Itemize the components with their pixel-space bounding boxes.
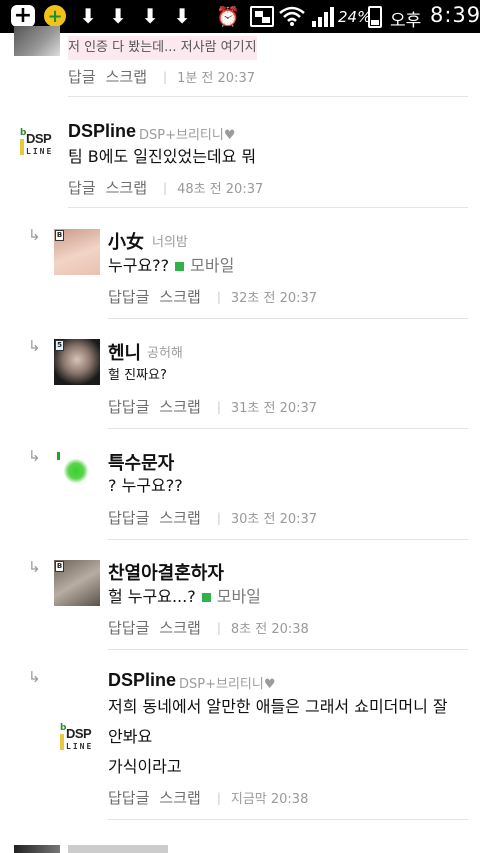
reply-text-line-1: 저희 동네에서 알만한 애들은 그래서 쇼미더머니 잘 bbox=[108, 697, 448, 716]
mobile-icon bbox=[201, 592, 211, 602]
avatar[interactable]: B bbox=[54, 229, 100, 275]
reply-time: 30초 전 20:37 bbox=[230, 512, 318, 527]
reply-text: ? 누구요?? bbox=[108, 476, 183, 495]
clock-ampm: 오후 bbox=[390, 11, 422, 31]
scrap-button[interactable]: 스크랩 bbox=[159, 286, 200, 307]
reply-actions: 답답글 스크랩 | 30초 전 20:37 bbox=[108, 507, 317, 528]
signal-icon bbox=[312, 7, 334, 27]
reply-time: 8초 전 20:38 bbox=[230, 622, 309, 637]
separator: | bbox=[216, 510, 221, 525]
divider bbox=[68, 207, 468, 208]
avatar[interactable] bbox=[14, 26, 60, 56]
comment-time: 1분 전 20:37 bbox=[177, 71, 255, 86]
reply-time: 32초 전 20:37 bbox=[230, 291, 318, 306]
reply-text: 헐 누구요...? 모바일 bbox=[108, 587, 261, 606]
reply-actions: 답답글 스크랩 | 지금막 20:38 bbox=[108, 787, 308, 808]
reply-actions: 답답글 스크랩 | 32초 전 20:37 bbox=[108, 286, 317, 307]
mobile-icon bbox=[175, 261, 185, 271]
reply-actions: 답답글 스크랩 | 8초 전 20:38 bbox=[108, 617, 309, 638]
reply-button[interactable]: 답답글 bbox=[108, 286, 149, 307]
reply-text: 누구요?? 모바일 bbox=[108, 256, 235, 275]
reply-button[interactable]: 답답글 bbox=[108, 617, 149, 638]
divider bbox=[108, 318, 468, 319]
reply-subnick: 공허해 bbox=[147, 346, 183, 361]
reply-nickname[interactable]: 小女 bbox=[108, 228, 144, 254]
comment-time: 48초 전 20:37 bbox=[177, 182, 264, 197]
download-icon: ⬇ bbox=[141, 4, 159, 28]
avatar[interactable]: 5 bbox=[54, 339, 100, 385]
clock-time: 8:39 bbox=[430, 3, 480, 27]
comment-text: 저 인증 다 봤는데... 저사람 여기지 bbox=[68, 36, 257, 60]
status-bar: + + ⬇ ⬇ ⬇ ⬇ ⏰ 24% 오후 8:39 bbox=[0, 0, 480, 33]
reply-nickname[interactable]: 헨니 bbox=[108, 339, 141, 365]
reply-button[interactable]: 답글 bbox=[68, 177, 96, 198]
divider bbox=[68, 96, 468, 97]
reply-subnick: 너의밤 bbox=[152, 235, 188, 250]
separator: | bbox=[163, 180, 168, 195]
level-badge: B bbox=[55, 230, 64, 241]
battery-icon bbox=[368, 6, 382, 28]
reply-arrow-icon: ↳ bbox=[28, 226, 41, 244]
reply-button[interactable]: 답글 bbox=[68, 66, 96, 87]
reply-arrow-icon: ↳ bbox=[28, 668, 41, 686]
reply-button[interactable]: 답답글 bbox=[108, 787, 149, 808]
reply-button[interactable]: 답답글 bbox=[108, 507, 149, 528]
scrap-button[interactable]: 스크랩 bbox=[106, 66, 147, 87]
separator: | bbox=[216, 399, 221, 414]
download-icon: ⬇ bbox=[173, 4, 191, 28]
reply-time: 31초 전 20:37 bbox=[230, 401, 318, 416]
mobile-label: 모바일 bbox=[216, 587, 261, 606]
reply-arrow-icon: ↳ bbox=[28, 337, 41, 355]
reply-arrow-icon: ↳ bbox=[28, 558, 41, 576]
reply-subnick: DSP+브리티니♥ bbox=[179, 677, 276, 692]
reply-arrow-icon: ↳ bbox=[28, 447, 41, 465]
comment-subnick: DSP+브리티니♥ bbox=[139, 128, 236, 143]
reply-actions: 답답글 스크랩 | 31초 전 20:37 bbox=[108, 396, 317, 417]
comment-text: 팀 B에도 일진있었는데요 뭐 bbox=[68, 147, 257, 166]
divider bbox=[108, 428, 468, 429]
scrap-button[interactable]: 스크랩 bbox=[159, 617, 200, 638]
reply-text-line-2: 안봐요 bbox=[108, 727, 153, 746]
reply-text: 헐 진짜요? bbox=[108, 368, 167, 383]
wifi-icon bbox=[279, 6, 305, 26]
avatar[interactable]: b DSP LINE bbox=[14, 121, 60, 167]
reply-button[interactable]: 답답글 bbox=[108, 396, 149, 417]
reply-nickname[interactable]: 특수문자 bbox=[108, 449, 174, 475]
screenshot-icon bbox=[250, 6, 274, 27]
next-comment-nickname bbox=[68, 845, 168, 853]
separator: | bbox=[216, 289, 221, 304]
avatar[interactable]: b DSP LINE bbox=[54, 716, 100, 762]
divider bbox=[108, 819, 468, 820]
scrap-button[interactable]: 스크랩 bbox=[159, 787, 200, 808]
download-icon: ⬇ bbox=[79, 4, 97, 28]
separator: | bbox=[216, 790, 221, 805]
level-badge: 5 bbox=[55, 340, 64, 351]
separator: | bbox=[163, 69, 168, 84]
reply-text-line-3: 가식이라고 bbox=[108, 757, 182, 776]
reply-nickname[interactable]: 찬열아결혼하자 bbox=[108, 559, 224, 585]
comment-nickname[interactable]: DSPline bbox=[68, 121, 136, 142]
divider bbox=[108, 539, 468, 540]
alarm-icon: ⏰ bbox=[216, 5, 240, 28]
scrap-button[interactable]: 스크랩 bbox=[106, 177, 147, 198]
avatar[interactable]: B bbox=[54, 560, 100, 606]
comment-actions: 답글 스크랩 | 48초 전 20:37 bbox=[68, 177, 263, 198]
separator: | bbox=[216, 620, 221, 635]
scrap-button[interactable]: 스크랩 bbox=[159, 396, 200, 417]
add-notification-icon: + bbox=[11, 5, 35, 27]
download-icon: ⬇ bbox=[109, 4, 127, 28]
avatar[interactable] bbox=[54, 449, 100, 495]
comment-actions: 답글 스크랩 | 1분 전 20:37 bbox=[68, 66, 255, 87]
scrap-button[interactable]: 스크랩 bbox=[159, 507, 200, 528]
divider bbox=[108, 649, 468, 650]
app-notification-icon: + bbox=[44, 5, 66, 27]
battery-percent: 24% bbox=[338, 8, 372, 26]
level-badge: B bbox=[55, 561, 64, 572]
mobile-label: 모바일 bbox=[190, 256, 235, 275]
reply-time: 지금막 20:38 bbox=[230, 792, 309, 807]
avatar[interactable] bbox=[14, 845, 60, 853]
reply-nickname[interactable]: DSPline bbox=[108, 670, 176, 691]
